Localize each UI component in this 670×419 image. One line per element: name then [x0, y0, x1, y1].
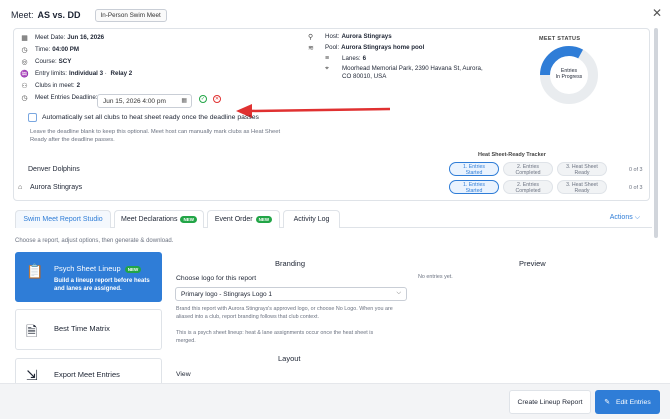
psych-note: This is a psych sheet lineup: heat & lan…	[176, 330, 374, 344]
user-icon: ⚲	[308, 34, 314, 41]
report-desc: Build a lineup report before heats and l…	[54, 278, 150, 292]
map-pin-icon: ⌖	[325, 65, 329, 72]
meet-date-row: ▦ Meet Date: Jun 16, 2026	[21, 34, 105, 42]
confirm-check-icon[interactable]: ✓	[199, 95, 207, 103]
meet-title: Meet: AS vs. DD	[11, 10, 81, 20]
tracker-step-entries-started[interactable]: 1. Entries Started	[449, 162, 499, 176]
home-icon: ⌂	[18, 184, 23, 191]
tab-report-studio[interactable]: Swim Meet Report Studio	[15, 210, 111, 228]
address-row: ⌖ Moorhead Memorial Park, 2390 Havana St…	[325, 65, 483, 80]
create-lineup-report-button[interactable]: Create Lineup Report	[509, 390, 591, 414]
report-title: Best Time Matrix	[54, 324, 110, 333]
clubs-row: ⚇ Clubs in meet: 2	[21, 82, 81, 90]
calendar-icon[interactable]: ▦	[181, 97, 187, 104]
chevron-down-icon: ⌵	[396, 290, 401, 296]
clipboard-icon: 📋	[26, 263, 44, 279]
auto-ready-option[interactable]: Automatically set all clubs to heat shee…	[28, 113, 259, 122]
tracker-step-heat-sheet-ready[interactable]: 3. Heat Sheet Ready	[557, 162, 607, 176]
entry-limits-row: ♒ Entry limits: Individual 3 · Relay 2	[20, 70, 133, 78]
preview-empty: No entries yet.	[418, 274, 453, 280]
tracker-step-entries-completed[interactable]: 2. Entries Completed	[503, 180, 553, 194]
export-icon: ⇲	[26, 367, 38, 383]
tab-activity-log[interactable]: Activity Log	[283, 210, 340, 228]
tab-event-order[interactable]: Event Order NEW	[207, 210, 280, 228]
tracker-count: 0 of 3	[629, 185, 643, 191]
clock-icon: ◷	[21, 94, 28, 102]
meet-time-row: ◷ Time: 04:00 PM	[21, 46, 80, 54]
lanes-icon: ≡	[325, 55, 330, 62]
club-name: ⌂ Aurora Stingrays	[18, 184, 83, 191]
branding-title: Branding	[275, 259, 306, 268]
deadline-row: ◷ Meet Entries Deadline:	[21, 94, 98, 102]
meet-status-label: Entries In Progress	[555, 68, 583, 80]
calendar-icon: ▦	[21, 34, 28, 42]
tab-meet-declarations[interactable]: Meet Declarations NEW	[114, 210, 204, 228]
logo-label: Choose logo for this report	[176, 275, 257, 282]
tracker-step-heat-sheet-ready[interactable]: 3. Heat Sheet Ready	[557, 180, 607, 194]
meet-status-title: MEET STATUS	[539, 36, 581, 42]
users-icon: ⚇	[21, 82, 28, 90]
studio-help: Choose a report, adjust options, then ge…	[15, 238, 174, 244]
edit-icon: ✎	[604, 399, 610, 406]
auto-ready-label: Automatically set all clubs to heat shee…	[42, 114, 259, 121]
club-name: Denver Dolphins	[28, 166, 80, 173]
scrollbar[interactable]	[654, 28, 658, 238]
report-title: Psych Sheet Lineup NEW	[54, 264, 142, 273]
auto-ready-help: Leave the deadline blank to keep this op…	[30, 129, 281, 143]
host-info: ⚲ Host: Aurora Stingrays ≋ Pool: Aurora St…	[308, 33, 483, 84]
report-best-time-matrix[interactable]: 🗎 Best Time Matrix	[15, 309, 162, 350]
view-label: View	[176, 371, 191, 378]
swimmer-icon: ♒	[20, 70, 29, 78]
document-icon: 🗎	[26, 323, 38, 339]
close-icon[interactable]: ✕	[652, 6, 662, 20]
clock-icon: ◷	[21, 46, 28, 54]
logo-select[interactable]: Primary logo - Stingrays Logo 1 ⌵	[175, 287, 407, 301]
tracker-count: 0 of 3	[629, 167, 643, 173]
meet-type-badge: In-Person Swim Meet	[94, 8, 167, 22]
edit-entries-button[interactable]: ✎ Edit Entries	[595, 390, 660, 414]
lanes-row: ≡ Lanes: 6	[325, 55, 367, 62]
compass-icon: ◎	[21, 58, 28, 66]
course-row: ◎ Course: SCY	[21, 58, 72, 66]
branding-help: Brand this report with Aurora Stingrays'…	[176, 306, 393, 320]
actions-menu[interactable]: Actions ⌵	[610, 214, 640, 222]
tracker-title: Heat Sheet-Ready Tracker	[478, 152, 546, 158]
host-row: ⚲ Host: Aurora Stingrays	[308, 33, 392, 41]
report-psych-sheet[interactable]: 📋 Psych Sheet Lineup NEW Build a lineup r…	[15, 252, 162, 302]
deadline-input[interactable]: Jun 15, 2026 4:00 pm ▦	[97, 94, 192, 108]
meet-header: Meet: AS vs. DD In-Person Swim Meet	[0, 0, 670, 30]
cancel-x-icon[interactable]: ✕	[213, 95, 221, 103]
tab-bar: Swim Meet Report Studio Meet Declaration…	[15, 210, 652, 228]
preview-title: Preview	[519, 259, 546, 268]
tracker-step-entries-started[interactable]: 1. Entries Started	[449, 180, 499, 194]
layout-title: Layout	[278, 354, 301, 363]
report-title: Export Meet Entries	[54, 370, 120, 379]
tracker-step-entries-completed[interactable]: 2. Entries Completed	[503, 162, 553, 176]
pool-row: ≋ Pool: Aurora Stingrays home pool	[308, 44, 425, 52]
pool-icon: ≋	[308, 45, 314, 52]
chevron-down-icon: ⌵	[634, 214, 640, 221]
auto-ready-checkbox[interactable]	[28, 113, 37, 122]
